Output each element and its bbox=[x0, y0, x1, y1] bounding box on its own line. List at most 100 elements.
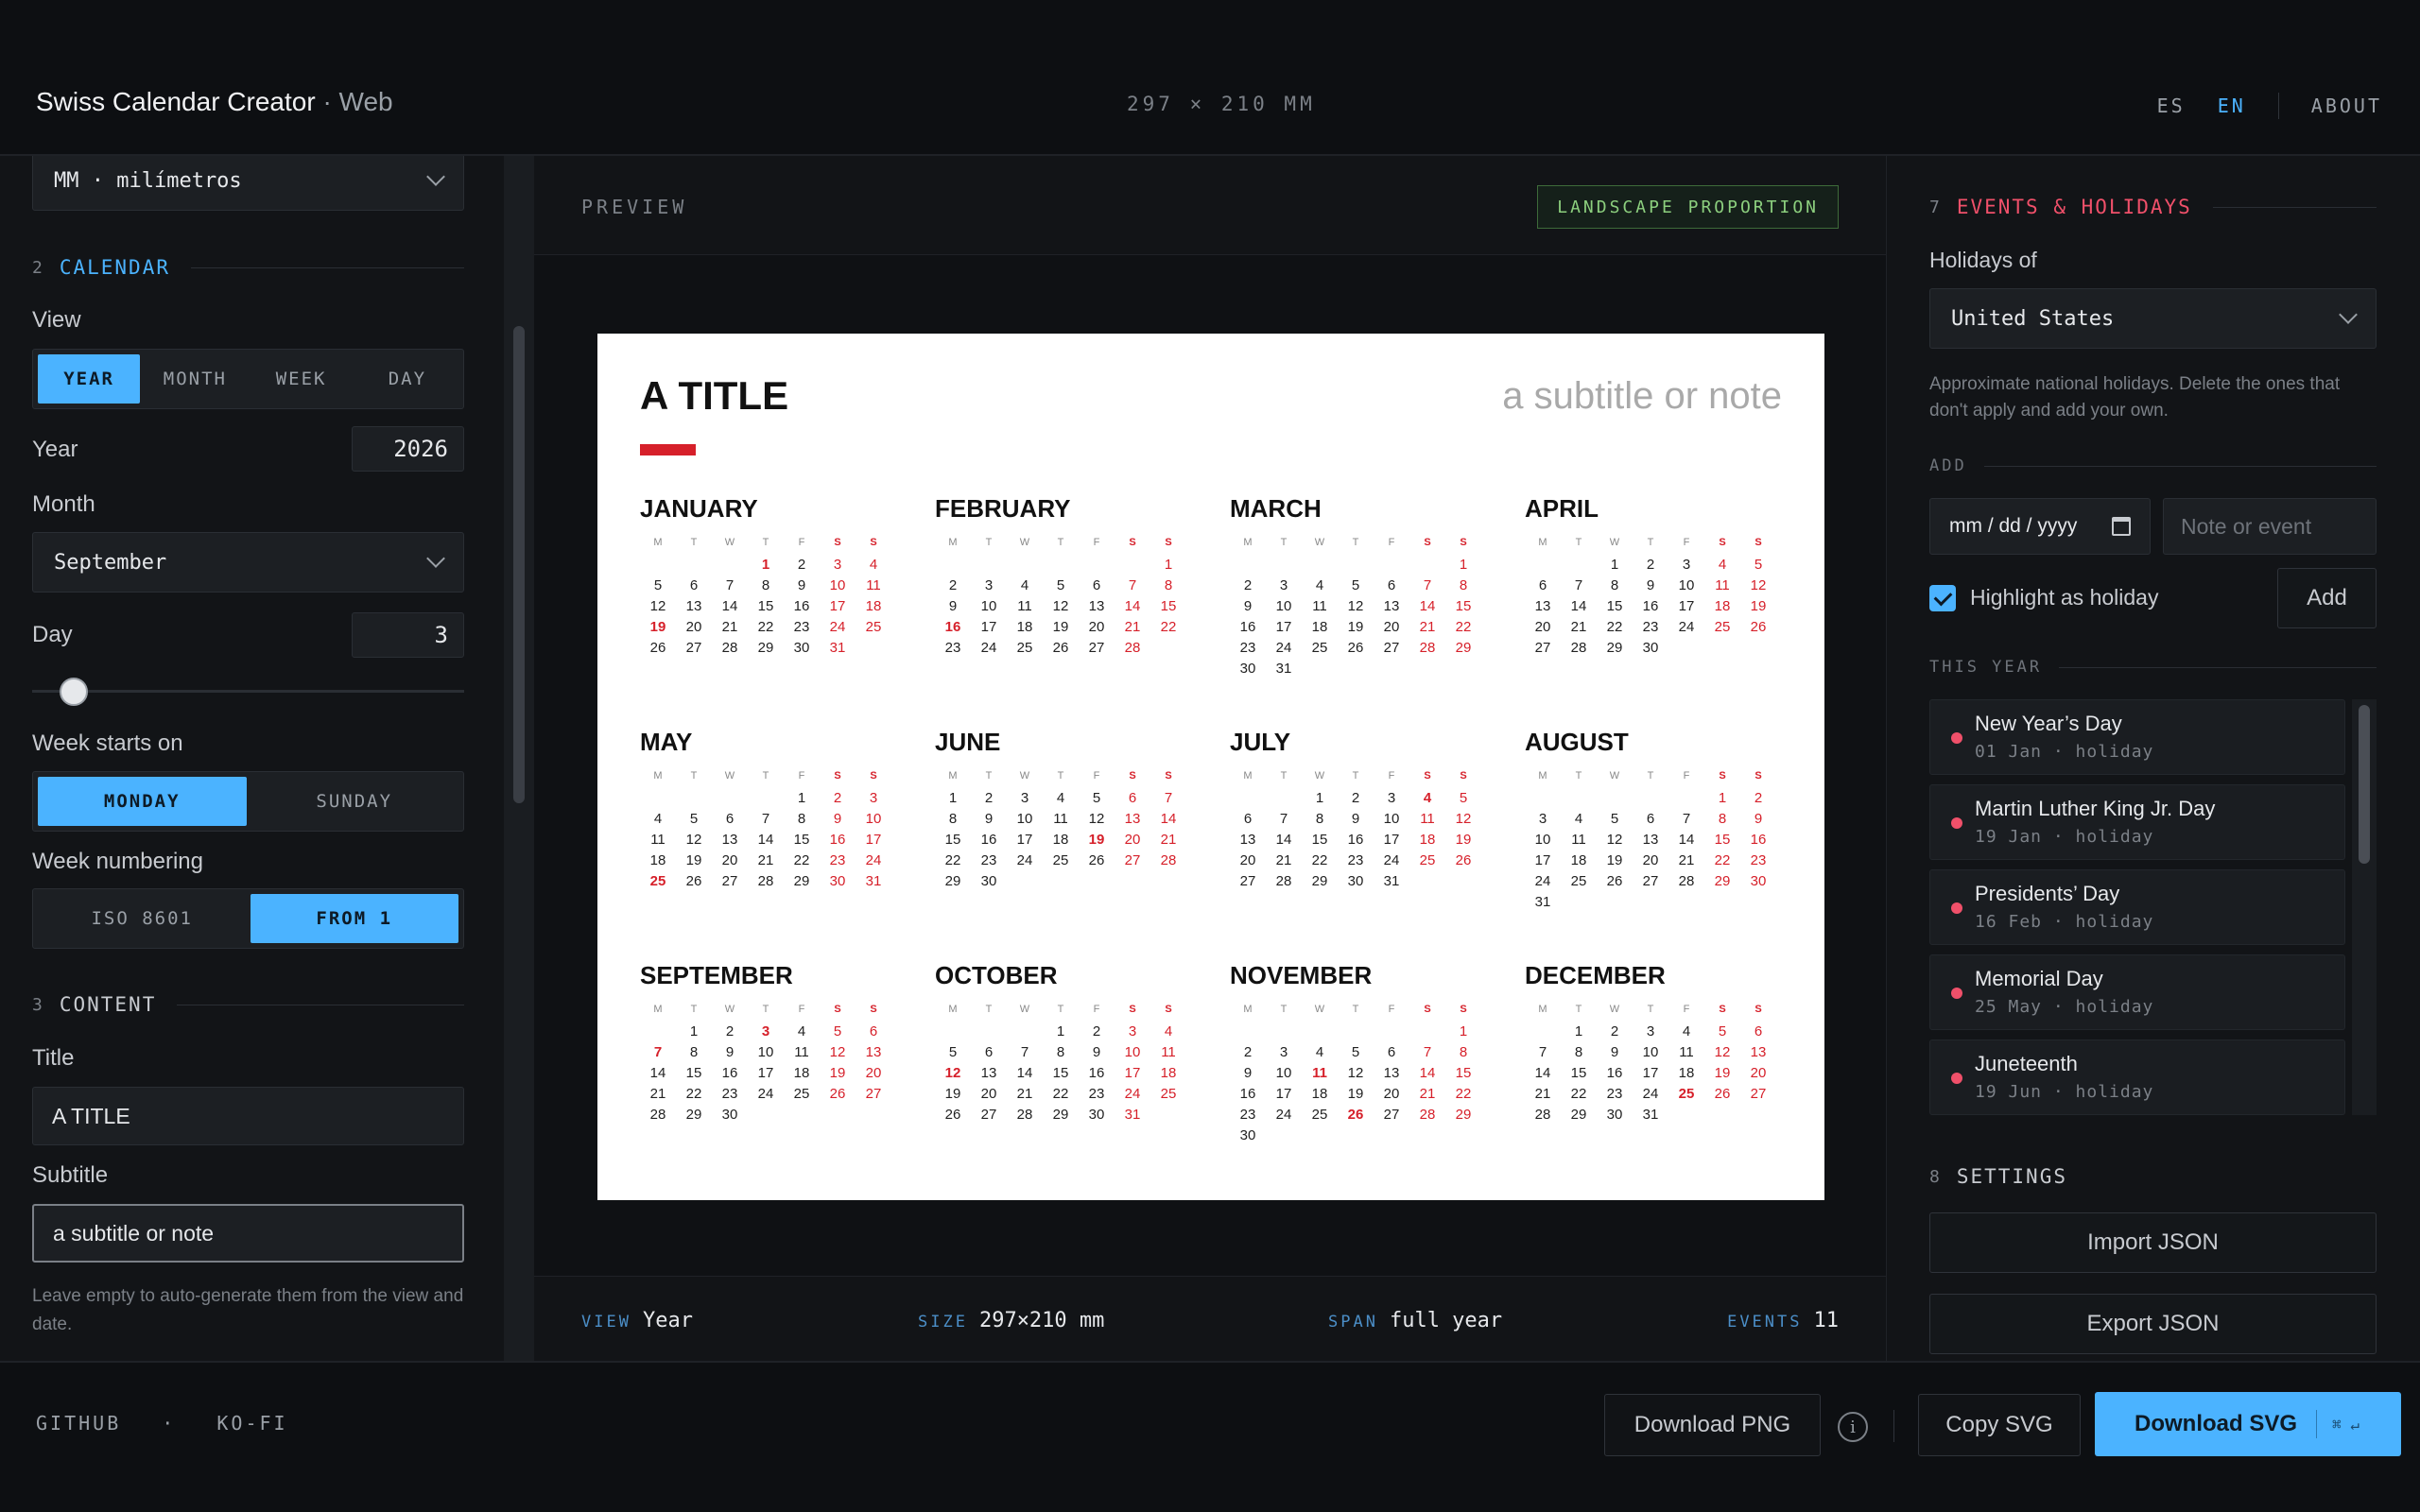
view-label: View bbox=[32, 307, 81, 333]
day-cell: 8 bbox=[1610, 577, 1619, 593]
year-input[interactable]: 2026 bbox=[352, 426, 464, 472]
content-hint: Leave empty to auto-generate them from t… bbox=[32, 1286, 464, 1334]
list-item[interactable]: Juneteenth 19 Jun · holiday bbox=[1929, 1040, 2345, 1115]
about-link[interactable]: ABOUT bbox=[2311, 94, 2382, 117]
export-json-button[interactable]: Export JSON bbox=[1929, 1294, 2377, 1354]
empty-cell bbox=[1230, 1022, 1266, 1042]
section-events-header: 7 EVENTS & HOLIDAYS bbox=[1929, 196, 2377, 218]
empty-cell bbox=[1079, 555, 1115, 576]
day-cell: 23 bbox=[1347, 852, 1364, 868]
day-cell: 8 bbox=[948, 811, 958, 827]
day-slider-track[interactable] bbox=[32, 690, 464, 693]
list-item[interactable]: Memorial Day 25 May · holiday bbox=[1929, 954, 2345, 1030]
day-cell: 14 bbox=[1275, 832, 1292, 848]
weekday-header: S bbox=[1460, 537, 1467, 548]
day-cell: 17 bbox=[1016, 832, 1033, 848]
view-month-option[interactable]: MONTH bbox=[144, 354, 246, 404]
day-cell: 27 bbox=[1383, 640, 1400, 656]
day-cell: 8 bbox=[1056, 1044, 1065, 1060]
download-svg-button[interactable]: Download SVG ⌘ ↵ bbox=[2095, 1392, 2401, 1456]
empty-cell bbox=[676, 555, 712, 576]
highlight-holiday-checkbox[interactable] bbox=[1929, 585, 1956, 611]
day-cell: 9 bbox=[1243, 598, 1253, 614]
title-label: Title bbox=[32, 1045, 75, 1071]
country-select[interactable]: United States bbox=[1929, 288, 2377, 349]
lang-es-button[interactable]: ES bbox=[2157, 94, 2186, 117]
day-cell: 23 bbox=[1239, 640, 1256, 656]
day-cell: 5 bbox=[833, 1023, 842, 1040]
day-cell: 5 bbox=[1459, 790, 1468, 806]
empty-cell bbox=[1561, 555, 1597, 576]
day-cell: 2 bbox=[1610, 1023, 1619, 1040]
add-event-button[interactable]: Add bbox=[2277, 568, 2377, 628]
day-cell: 19 bbox=[1052, 619, 1069, 635]
kofi-link[interactable]: KO-FI bbox=[216, 1412, 287, 1435]
week-numbering-from1-option[interactable]: FROM 1 bbox=[250, 894, 458, 943]
day-cell: 27 bbox=[1239, 873, 1256, 889]
copy-svg-button[interactable]: Copy SVG bbox=[1918, 1394, 2081, 1456]
list-item[interactable]: Martin Luther King Jr. Day 19 Jan · holid… bbox=[1929, 784, 2345, 860]
event-date-input[interactable]: mm / dd / yyyy bbox=[1929, 498, 2151, 555]
month-select[interactable]: September bbox=[32, 532, 464, 593]
scrollbar-thumb[interactable] bbox=[513, 326, 525, 803]
day-cell: 1 bbox=[1459, 557, 1468, 573]
weekday-header: S bbox=[1165, 770, 1172, 782]
day-cell: 13 bbox=[1750, 1044, 1767, 1060]
import-json-button[interactable]: Import JSON bbox=[1929, 1212, 2377, 1273]
weekday-header: M bbox=[1243, 1004, 1253, 1015]
view-year-option[interactable]: YEAR bbox=[38, 354, 141, 404]
event-name: New Year’s Day bbox=[1975, 712, 2122, 735]
day-cell: 6 bbox=[725, 811, 735, 827]
events-scrollbar[interactable] bbox=[2352, 699, 2377, 1115]
empty-cell bbox=[712, 788, 748, 809]
day-cell: 28 bbox=[757, 873, 774, 889]
day-cell: 24 bbox=[1642, 1086, 1659, 1102]
day-cell: 3 bbox=[1020, 790, 1029, 806]
weekday-header: S bbox=[1129, 770, 1136, 782]
left-scrollbar[interactable] bbox=[504, 156, 534, 1361]
day-cell: 15 bbox=[1714, 832, 1731, 848]
day-cell: 25 bbox=[1311, 640, 1328, 656]
day-cell: 7 bbox=[1574, 577, 1583, 593]
download-png-button[interactable]: Download PNG bbox=[1604, 1394, 1821, 1456]
view-week-option[interactable]: WEEK bbox=[251, 354, 353, 404]
week-start-sunday-option[interactable]: SUNDAY bbox=[251, 777, 459, 826]
weekday-header: M bbox=[1538, 770, 1547, 782]
month-days-grid: M T W T F S S 1 2 3 4 5 6 7 8 9 10 11 12 13 14 15 16 17 18 19 20 21… bbox=[1525, 765, 1799, 913]
weekday-header: T bbox=[1575, 537, 1582, 548]
status-value: 11 bbox=[1813, 1309, 1840, 1332]
list-item[interactable]: New Year’s Day 01 Jan · holiday bbox=[1929, 699, 2345, 775]
empty-cell bbox=[1597, 788, 1633, 809]
weekday-header: S bbox=[870, 1004, 877, 1015]
title-input[interactable]: A TITLE bbox=[32, 1087, 464, 1145]
unit-select[interactable]: MM · milímetros bbox=[32, 156, 464, 211]
weekday-header: S bbox=[834, 1004, 841, 1015]
week-start-monday-option[interactable]: MONDAY bbox=[38, 777, 247, 826]
empty-cell bbox=[1302, 555, 1338, 576]
day-cell: 13 bbox=[1534, 598, 1551, 614]
day-cell: 20 bbox=[1088, 619, 1105, 635]
calendar-icon[interactable] bbox=[2112, 517, 2131, 536]
day-slider-handle[interactable] bbox=[60, 678, 88, 706]
holiday-dot-icon bbox=[1951, 988, 1962, 999]
day-cell: 24 bbox=[1275, 640, 1292, 656]
day-cell: 21 bbox=[757, 852, 774, 868]
event-note-input[interactable]: Note or event bbox=[2163, 498, 2377, 555]
scrollbar-thumb[interactable] bbox=[2359, 705, 2370, 864]
weekday-header: T bbox=[690, 1004, 698, 1015]
lang-en-button[interactable]: EN bbox=[2218, 94, 2246, 117]
info-icon[interactable]: i bbox=[1838, 1412, 1868, 1442]
subtitle-input[interactable]: a subtitle or note bbox=[32, 1204, 464, 1263]
view-day-option[interactable]: DAY bbox=[356, 354, 458, 404]
day-input[interactable]: 3 bbox=[352, 612, 464, 658]
github-link[interactable]: GITHUB bbox=[36, 1412, 121, 1435]
day-cell: 17 bbox=[980, 619, 997, 635]
day-cell: 1 bbox=[948, 790, 958, 806]
day-cell: 3 bbox=[1387, 790, 1396, 806]
day-cell: 4 bbox=[869, 557, 878, 573]
week-numbering-iso-option[interactable]: ISO 8601 bbox=[38, 894, 247, 943]
weekday-header: T bbox=[985, 770, 993, 782]
day-cell: 26 bbox=[829, 1086, 846, 1102]
list-item[interactable]: Presidents’ Day 16 Feb · holiday bbox=[1929, 869, 2345, 945]
day-cell: 15 bbox=[1606, 598, 1623, 614]
